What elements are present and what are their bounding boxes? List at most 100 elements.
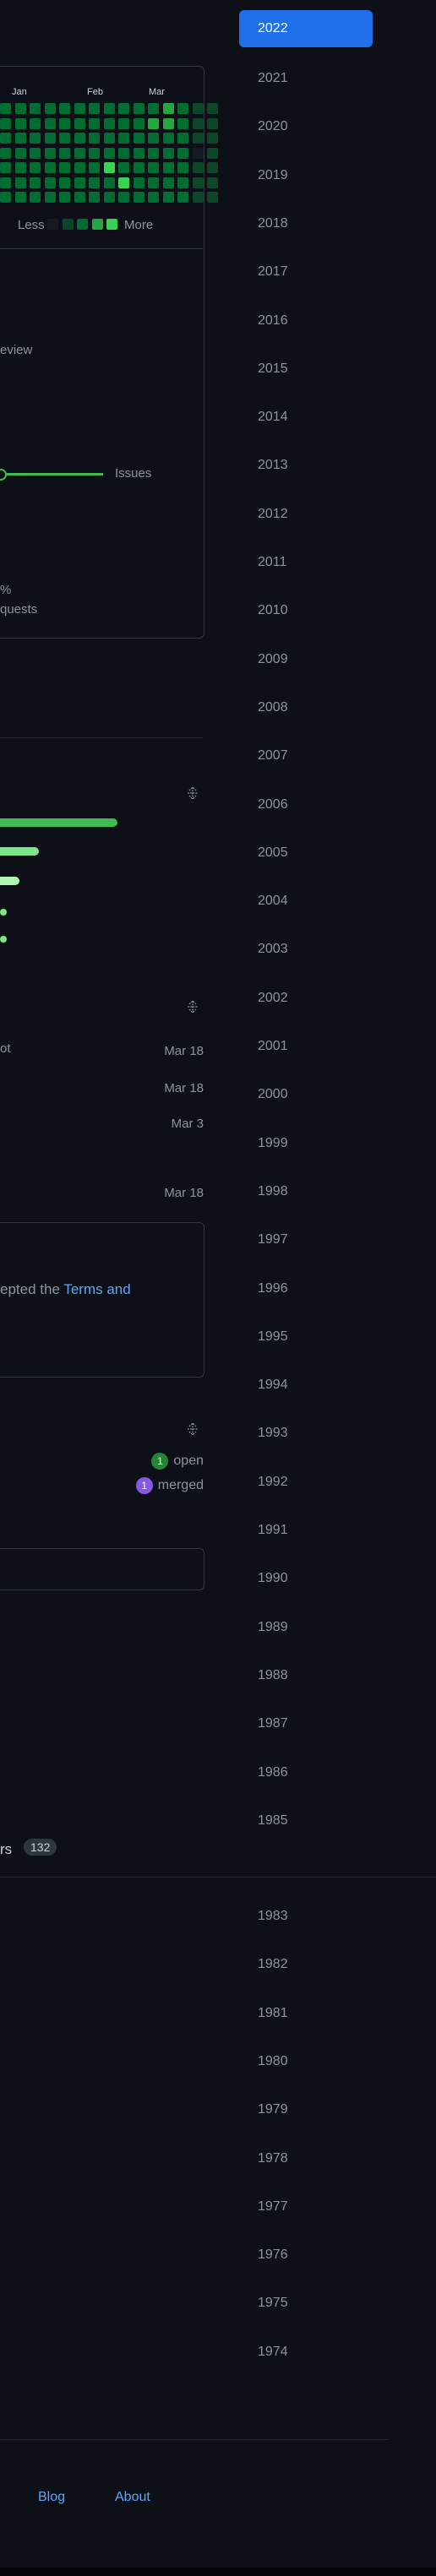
heatmap-day-cell[interactable] bbox=[192, 162, 204, 173]
year-link[interactable]: 2017 bbox=[258, 264, 288, 280]
heatmap-day-cell[interactable] bbox=[30, 192, 41, 203]
heatmap-day-cell[interactable] bbox=[103, 147, 115, 159]
year-link[interactable]: 2007 bbox=[258, 748, 288, 764]
heatmap-day-cell[interactable] bbox=[0, 177, 11, 188]
heatmap-day-cell[interactable] bbox=[148, 162, 159, 173]
heatmap-day-cell[interactable] bbox=[30, 103, 41, 114]
year-link[interactable]: 1979 bbox=[258, 2102, 288, 2117]
year-link[interactable]: 1982 bbox=[258, 1957, 288, 1972]
heatmap-day-cell[interactable] bbox=[162, 117, 174, 129]
heatmap-day-cell[interactable] bbox=[30, 147, 41, 159]
year-link[interactable]: 2001 bbox=[258, 1039, 288, 1054]
repo-name-fragment[interactable]: ot bbox=[0, 1041, 11, 1056]
heatmap-day-cell[interactable] bbox=[207, 117, 218, 129]
footer-blog-link[interactable]: Blog bbox=[38, 2490, 65, 2505]
year-link[interactable]: 1995 bbox=[258, 1329, 288, 1345]
heatmap-day-cell[interactable] bbox=[162, 133, 174, 144]
heatmap-day-cell[interactable] bbox=[177, 103, 188, 114]
heatmap-day-cell[interactable] bbox=[148, 103, 159, 114]
year-link[interactable]: 1997 bbox=[258, 1232, 288, 1247]
year-link[interactable]: 2015 bbox=[258, 361, 288, 377]
heatmap-day-cell[interactable] bbox=[207, 192, 218, 203]
year-link[interactable]: 1994 bbox=[258, 1378, 288, 1393]
heatmap-day-cell[interactable] bbox=[74, 192, 85, 203]
heatmap-day-cell[interactable] bbox=[59, 162, 70, 173]
heatmap-day-cell[interactable] bbox=[192, 103, 204, 114]
heatmap-day-cell[interactable] bbox=[89, 133, 100, 144]
heatmap-day-cell[interactable] bbox=[44, 177, 56, 188]
heatmap-day-cell[interactable] bbox=[14, 133, 26, 144]
heatmap-day-cell[interactable] bbox=[162, 103, 174, 114]
heatmap-day-cell[interactable] bbox=[74, 133, 85, 144]
heatmap-day-cell[interactable] bbox=[103, 103, 115, 114]
heatmap-day-cell[interactable] bbox=[59, 117, 70, 129]
year-link[interactable]: 1981 bbox=[258, 2006, 288, 2021]
year-link[interactable]: 1978 bbox=[258, 2151, 288, 2166]
year-link[interactable]: 1983 bbox=[258, 1909, 288, 1924]
year-link[interactable]: 1993 bbox=[258, 1426, 288, 1441]
heatmap-day-cell[interactable] bbox=[0, 162, 11, 173]
heatmap-day-cell[interactable] bbox=[133, 177, 144, 188]
heatmap-day-cell[interactable] bbox=[0, 192, 11, 203]
heatmap-day-cell[interactable] bbox=[192, 192, 204, 203]
heatmap-day-cell[interactable] bbox=[162, 147, 174, 159]
heatmap-day-cell[interactable] bbox=[192, 177, 204, 188]
year-2022-selected-button[interactable]: 2022 bbox=[239, 10, 373, 47]
heatmap-day-cell[interactable] bbox=[133, 162, 144, 173]
heatmap-day-cell[interactable] bbox=[192, 117, 204, 129]
year-link[interactable]: 1999 bbox=[258, 1136, 288, 1151]
year-link[interactable]: 2020 bbox=[258, 119, 288, 134]
heatmap-day-cell[interactable] bbox=[103, 133, 115, 144]
terms-link[interactable]: Terms and bbox=[63, 1281, 130, 1297]
heatmap-day-cell[interactable] bbox=[30, 117, 41, 129]
heatmap-day-cell[interactable] bbox=[44, 117, 56, 129]
heatmap-day-cell[interactable] bbox=[103, 177, 115, 188]
heatmap-day-cell[interactable] bbox=[59, 133, 70, 144]
heatmap-day-cell[interactable] bbox=[44, 103, 56, 114]
heatmap-day-cell[interactable] bbox=[14, 147, 26, 159]
heatmap-day-cell[interactable] bbox=[30, 177, 41, 188]
year-link[interactable]: 2011 bbox=[258, 555, 286, 570]
sort-icon[interactable] bbox=[185, 999, 200, 1014]
heatmap-day-cell[interactable] bbox=[89, 162, 100, 173]
heatmap-day-cell[interactable] bbox=[177, 162, 188, 173]
heatmap-day-cell[interactable] bbox=[14, 103, 26, 114]
heatmap-day-cell[interactable] bbox=[0, 117, 11, 129]
year-link[interactable]: 1989 bbox=[258, 1620, 288, 1635]
year-link[interactable]: 2005 bbox=[258, 845, 288, 861]
heatmap-day-cell[interactable] bbox=[103, 162, 115, 173]
heatmap-day-cell[interactable] bbox=[0, 147, 11, 159]
footer-about-link[interactable]: About bbox=[115, 2490, 150, 2505]
heatmap-day-cell[interactable] bbox=[133, 192, 144, 203]
year-link[interactable]: 1974 bbox=[258, 2345, 288, 2360]
year-link[interactable]: 1988 bbox=[258, 1668, 288, 1683]
year-link[interactable]: 2021 bbox=[258, 71, 288, 86]
heatmap-day-cell[interactable] bbox=[148, 192, 159, 203]
heatmap-day-cell[interactable] bbox=[59, 192, 70, 203]
heatmap-day-cell[interactable] bbox=[133, 103, 144, 114]
heatmap-day-cell[interactable] bbox=[148, 147, 159, 159]
heatmap-day-cell[interactable] bbox=[162, 177, 174, 188]
heatmap-day-cell[interactable] bbox=[44, 147, 56, 159]
year-link[interactable]: 2019 bbox=[258, 168, 288, 183]
sort-icon[interactable] bbox=[185, 785, 200, 801]
year-link[interactable]: 1985 bbox=[258, 1813, 288, 1825]
heatmap-day-cell[interactable] bbox=[177, 192, 188, 203]
heatmap-day-cell[interactable] bbox=[14, 162, 26, 173]
empty-input-box[interactable] bbox=[0, 1548, 204, 1590]
heatmap-day-cell[interactable] bbox=[118, 103, 129, 114]
heatmap-day-cell[interactable] bbox=[118, 177, 129, 188]
heatmap-day-cell[interactable] bbox=[14, 177, 26, 188]
heatmap-day-cell[interactable] bbox=[133, 117, 144, 129]
heatmap-day-cell[interactable] bbox=[148, 133, 159, 144]
year-link[interactable]: 2014 bbox=[258, 410, 288, 425]
heatmap-day-cell[interactable] bbox=[118, 117, 129, 129]
heatmap-day-cell[interactable] bbox=[162, 192, 174, 203]
heatmap-day-cell[interactable] bbox=[0, 103, 11, 114]
heatmap-day-cell[interactable] bbox=[44, 192, 56, 203]
heatmap-day-cell[interactable] bbox=[162, 162, 174, 173]
heatmap-day-cell[interactable] bbox=[207, 162, 218, 173]
heatmap-day-cell[interactable] bbox=[192, 133, 204, 144]
heatmap-day-cell[interactable] bbox=[148, 177, 159, 188]
heatmap-day-cell[interactable] bbox=[44, 133, 56, 144]
